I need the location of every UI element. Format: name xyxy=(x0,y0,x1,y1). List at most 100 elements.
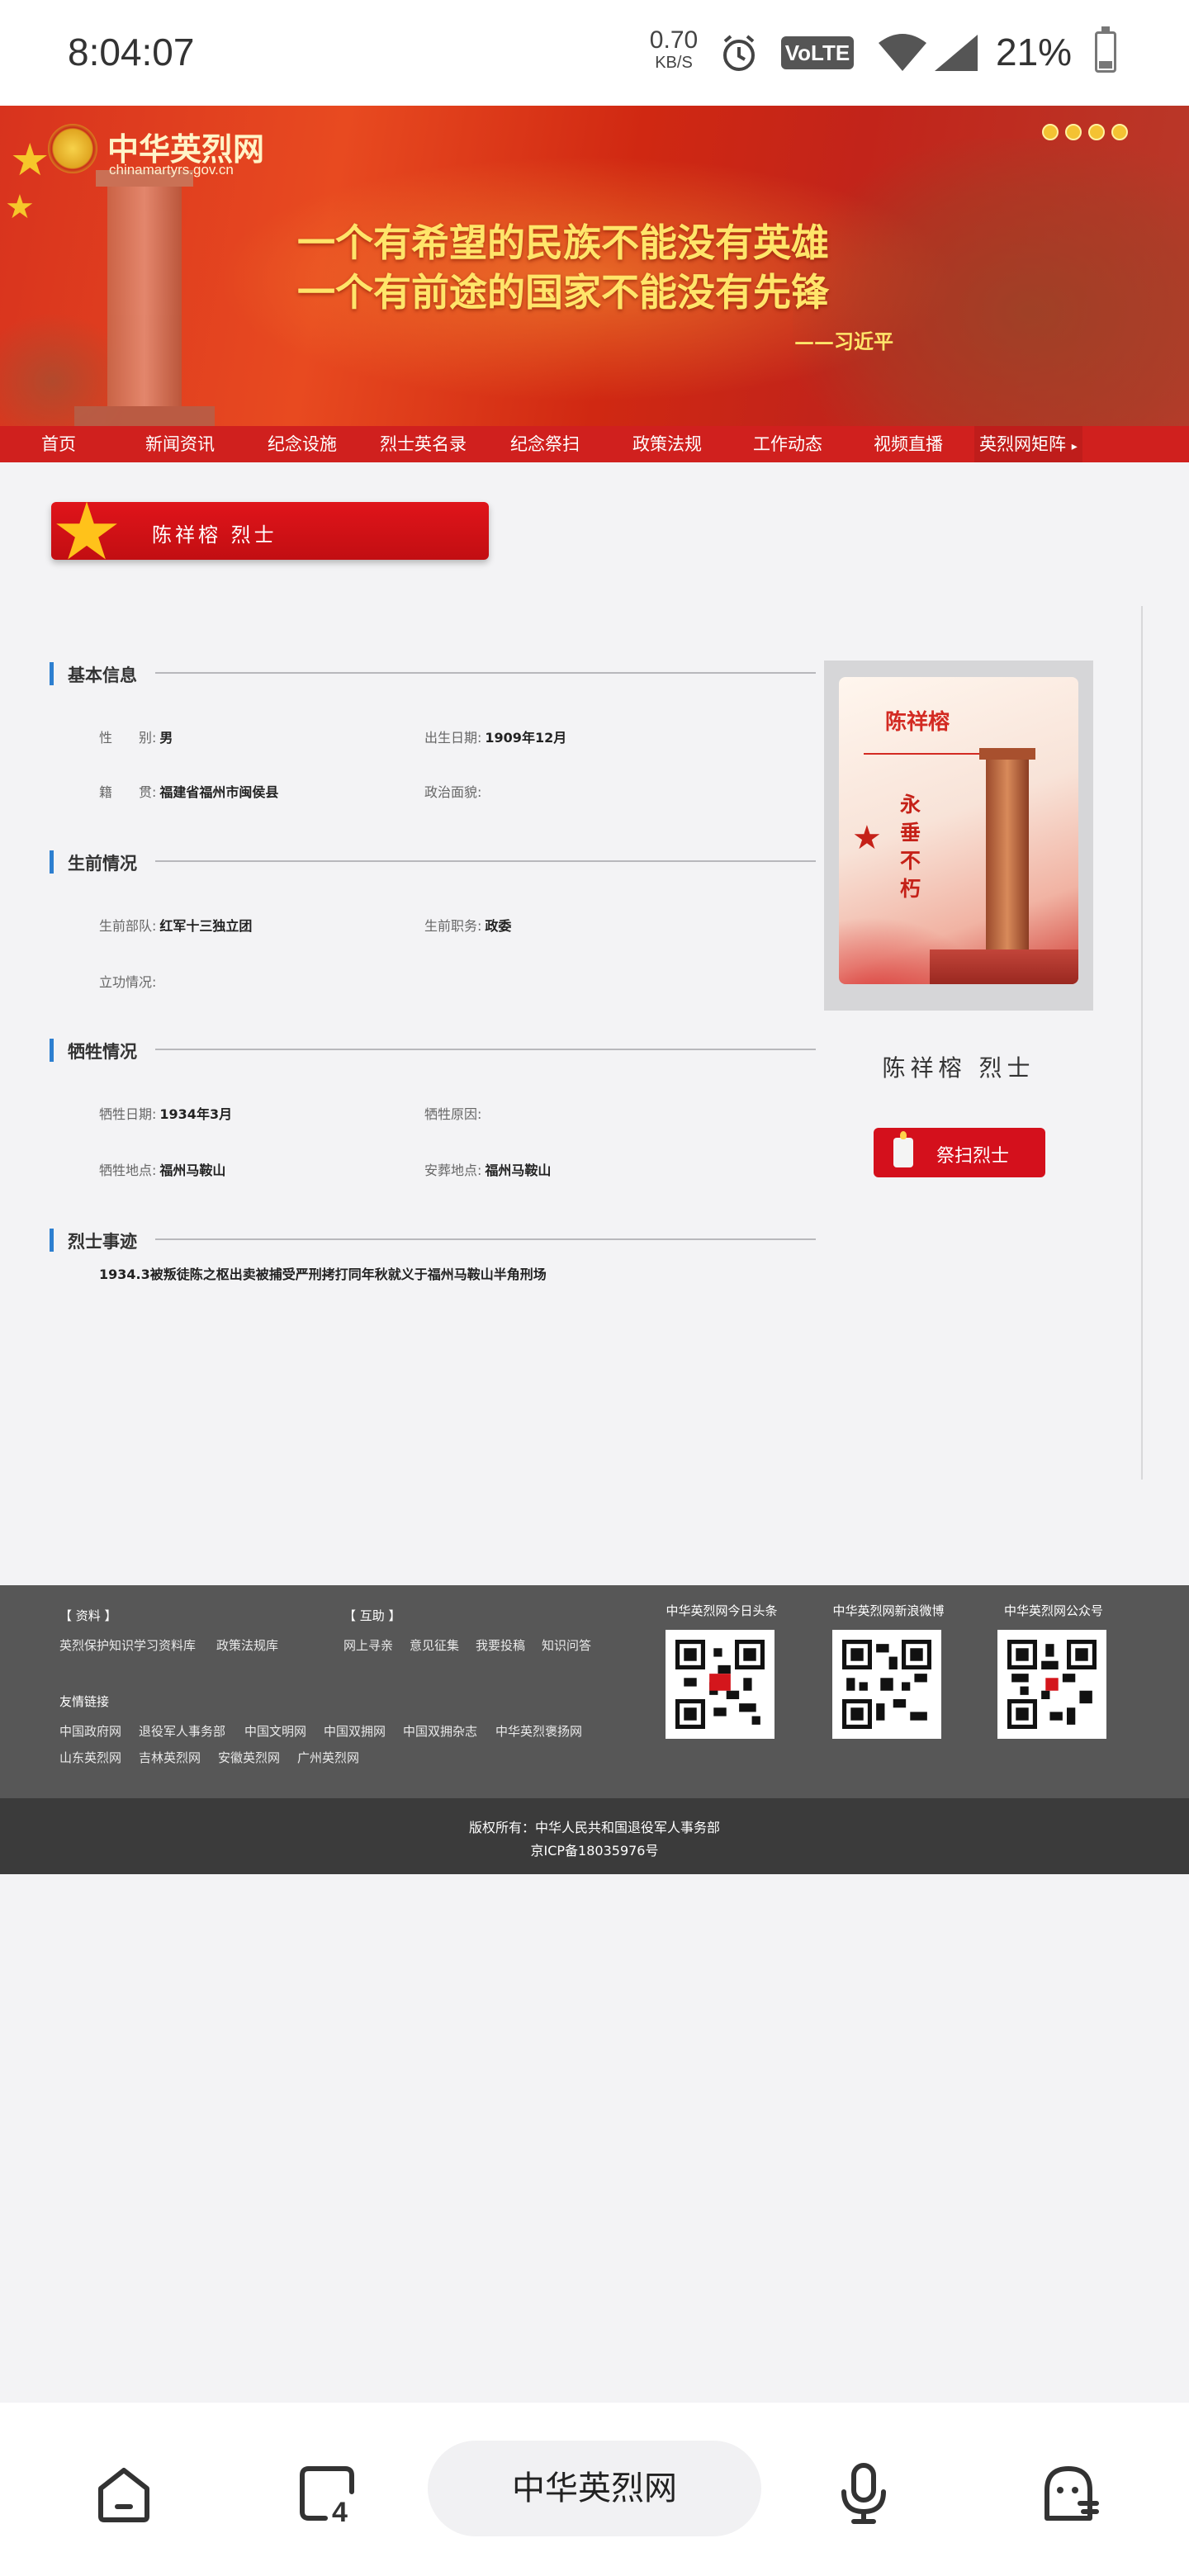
field-label: 性 别: xyxy=(99,730,157,746)
alarm-icon xyxy=(718,33,760,78)
martyr-side-name: 陈祥榕 烈士 xyxy=(882,1054,1035,1082)
poster-motto: 永垂不朽 xyxy=(900,793,921,901)
friend-link[interactable]: 中国文明网 xyxy=(244,1722,306,1740)
field-label: 立功情况: xyxy=(99,974,157,990)
national-emblem-icon[interactable] xyxy=(48,124,97,173)
site-footer: 【 资料 】 英烈保护知识学习资料库 政策法规库 【 互助 】 网上寻亲 意见征… xyxy=(0,1585,1189,1798)
signal-icon xyxy=(933,33,979,76)
footer-link[interactable]: 英烈保护知识学习资料库 xyxy=(59,1636,196,1654)
friend-link[interactable]: 退役军人事务部 xyxy=(139,1722,225,1740)
section-title: 基本信息 xyxy=(68,665,137,685)
field-unit: 生前部队: 红军十三独立团 xyxy=(99,915,252,935)
field-value: 男 xyxy=(159,730,173,746)
footer-link[interactable]: 我要投稿 xyxy=(476,1636,525,1654)
friend-link[interactable]: 广州英烈网 xyxy=(297,1749,359,1766)
field-label: 安葬地点: xyxy=(424,1163,482,1178)
nav-item-home[interactable]: 首页 xyxy=(41,426,76,462)
footer-friends-title: 友情链接 xyxy=(59,1694,110,1709)
assistant-icon[interactable] xyxy=(1027,2452,1110,2535)
nav-item-work-updates[interactable]: 工作动态 xyxy=(753,426,822,462)
section-title: 烈士事迹 xyxy=(68,1232,137,1252)
soldier-statue-image xyxy=(793,139,1189,426)
field-value: 1934年3月 xyxy=(159,1106,233,1122)
home-icon[interactable] xyxy=(83,2452,165,2535)
qr-code-wechat xyxy=(997,1630,1106,1739)
volte-icon: VoLTE xyxy=(781,36,854,69)
slogan-author: ——习近平 xyxy=(794,329,893,353)
network-speed-unit: KB/S xyxy=(655,54,693,72)
field-value: 1909年12月 xyxy=(485,730,567,746)
tab-count: 4 xyxy=(332,2497,348,2528)
field-label: 政治面貌: xyxy=(424,784,482,800)
field-label: 生前部队: xyxy=(99,918,157,934)
friend-link[interactable]: 中华英烈褒扬网 xyxy=(495,1722,582,1740)
nav-item-matrix[interactable]: 英烈网矩阵 ▸ xyxy=(974,426,1082,462)
martyr-title: 陈祥榕 烈士 xyxy=(152,523,277,547)
friend-link[interactable]: 中国双拥杂志 xyxy=(403,1722,477,1740)
monument-image xyxy=(979,748,1035,979)
network-speed-value: 0.70 xyxy=(649,26,699,54)
field-gender: 性 别: 男 xyxy=(99,727,173,746)
tabs-icon[interactable]: 4 xyxy=(286,2452,368,2535)
nav-item-matrix-label: 英烈网矩阵 xyxy=(979,434,1066,454)
worship-button-label: 祭扫烈士 xyxy=(936,1146,1010,1167)
field-label: 牺牲地点: xyxy=(99,1163,157,1178)
monument-image xyxy=(74,170,215,426)
slogan-line-1: 一个有希望的民族不能没有英雄 xyxy=(297,220,829,265)
field-sacrifice-reason: 牺牲原因: xyxy=(424,1103,485,1123)
wifi-icon xyxy=(877,31,928,76)
status-bar: 8:04:07 0.70 KB/S VoLTE 21% xyxy=(0,0,1189,106)
candle-icon xyxy=(893,1131,913,1167)
share-icons xyxy=(1042,124,1135,144)
nav-item-policies[interactable]: 政策法规 xyxy=(632,426,702,462)
friend-link[interactable]: 中国双拥网 xyxy=(324,1722,386,1740)
nav-item-news[interactable]: 新闻资讯 xyxy=(145,426,215,462)
friend-link[interactable]: 山东英烈网 xyxy=(59,1749,121,1766)
field-burial-place: 安葬地点: 福州马鞍山 xyxy=(424,1159,551,1179)
nav-item-commemoration[interactable]: 纪念祭扫 xyxy=(510,426,580,462)
field-value: 福州马鞍山 xyxy=(485,1163,552,1178)
field-value: 红军十三独立团 xyxy=(159,918,253,934)
share-icon[interactable] xyxy=(1065,124,1082,140)
network-speed: 0.70 KB/S xyxy=(647,26,700,72)
address-bar[interactable]: 中华英烈网 xyxy=(428,2441,761,2536)
footer-link[interactable]: 网上寻亲 xyxy=(343,1636,393,1654)
field-post: 生前职务: 政委 xyxy=(424,915,511,935)
deeds-text: 1934.3被叛徒陈之枢出卖被捕受严刑拷打同年秋就义于福州马鞍山半角刑场 xyxy=(99,1267,547,1282)
footer-link[interactable]: 政策法规库 xyxy=(216,1636,278,1654)
qr-code-toutiao xyxy=(666,1630,775,1739)
footer-resources-title: 【 资料 】 xyxy=(59,1608,117,1623)
red-star-icon: ★ xyxy=(852,819,882,857)
friend-link[interactable]: 安徽英烈网 xyxy=(218,1749,280,1766)
share-icon[interactable] xyxy=(1111,124,1128,140)
footer-link[interactable]: 知识问答 xyxy=(542,1636,591,1654)
martyr-title-bar: ★ 陈祥榕 烈士 xyxy=(51,492,489,571)
footer-copyright: 版权所有：中华人民共和国退役军人事务部 京ICP备18035976号 xyxy=(0,1798,1189,1874)
flag-star-icon: ★ xyxy=(5,188,35,226)
section-title: 生前情况 xyxy=(68,854,137,874)
site-logo-url: chinamartyrs.gov.cn xyxy=(109,162,234,178)
footer-link[interactable]: 意见征集 xyxy=(410,1636,459,1654)
worship-martyr-button[interactable]: 祭扫烈士 xyxy=(874,1128,1045,1177)
share-icon[interactable] xyxy=(1088,124,1105,140)
nav-item-live-video[interactable]: 视频直播 xyxy=(874,426,943,462)
field-label: 牺牲原因: xyxy=(424,1106,482,1122)
friend-link[interactable]: 中国政府网 xyxy=(59,1722,121,1740)
microphone-icon[interactable] xyxy=(822,2452,905,2535)
copyright-text: 版权所有：中华人民共和国退役军人事务部 xyxy=(468,1820,720,1835)
nav-item-martyr-list[interactable]: 烈士英名录 xyxy=(380,426,467,462)
icp-text[interactable]: 京ICP备18035976号 xyxy=(0,1840,1189,1859)
field-value: 福州马鞍山 xyxy=(159,1163,226,1178)
nav-item-memorials[interactable]: 纪念设施 xyxy=(268,426,337,462)
field-label: 牺牲日期: xyxy=(99,1106,157,1122)
battery-percentage: 21% xyxy=(996,31,1073,73)
caret-right-icon: ▸ xyxy=(1071,440,1078,453)
field-label: 出生日期: xyxy=(424,730,482,746)
slogan-line-2: 一个有前途的国家不能没有先锋 xyxy=(297,270,829,315)
qr-title-toutiao: 中华英烈网今日头条 xyxy=(666,1603,778,1618)
battery-icon xyxy=(1095,26,1116,73)
field-label: 生前职务: xyxy=(424,918,482,934)
friend-link[interactable]: 吉林英烈网 xyxy=(139,1749,201,1766)
browser-bottom-bar: 4 中华英烈网 xyxy=(0,2403,1189,2576)
share-icon[interactable] xyxy=(1042,124,1059,140)
